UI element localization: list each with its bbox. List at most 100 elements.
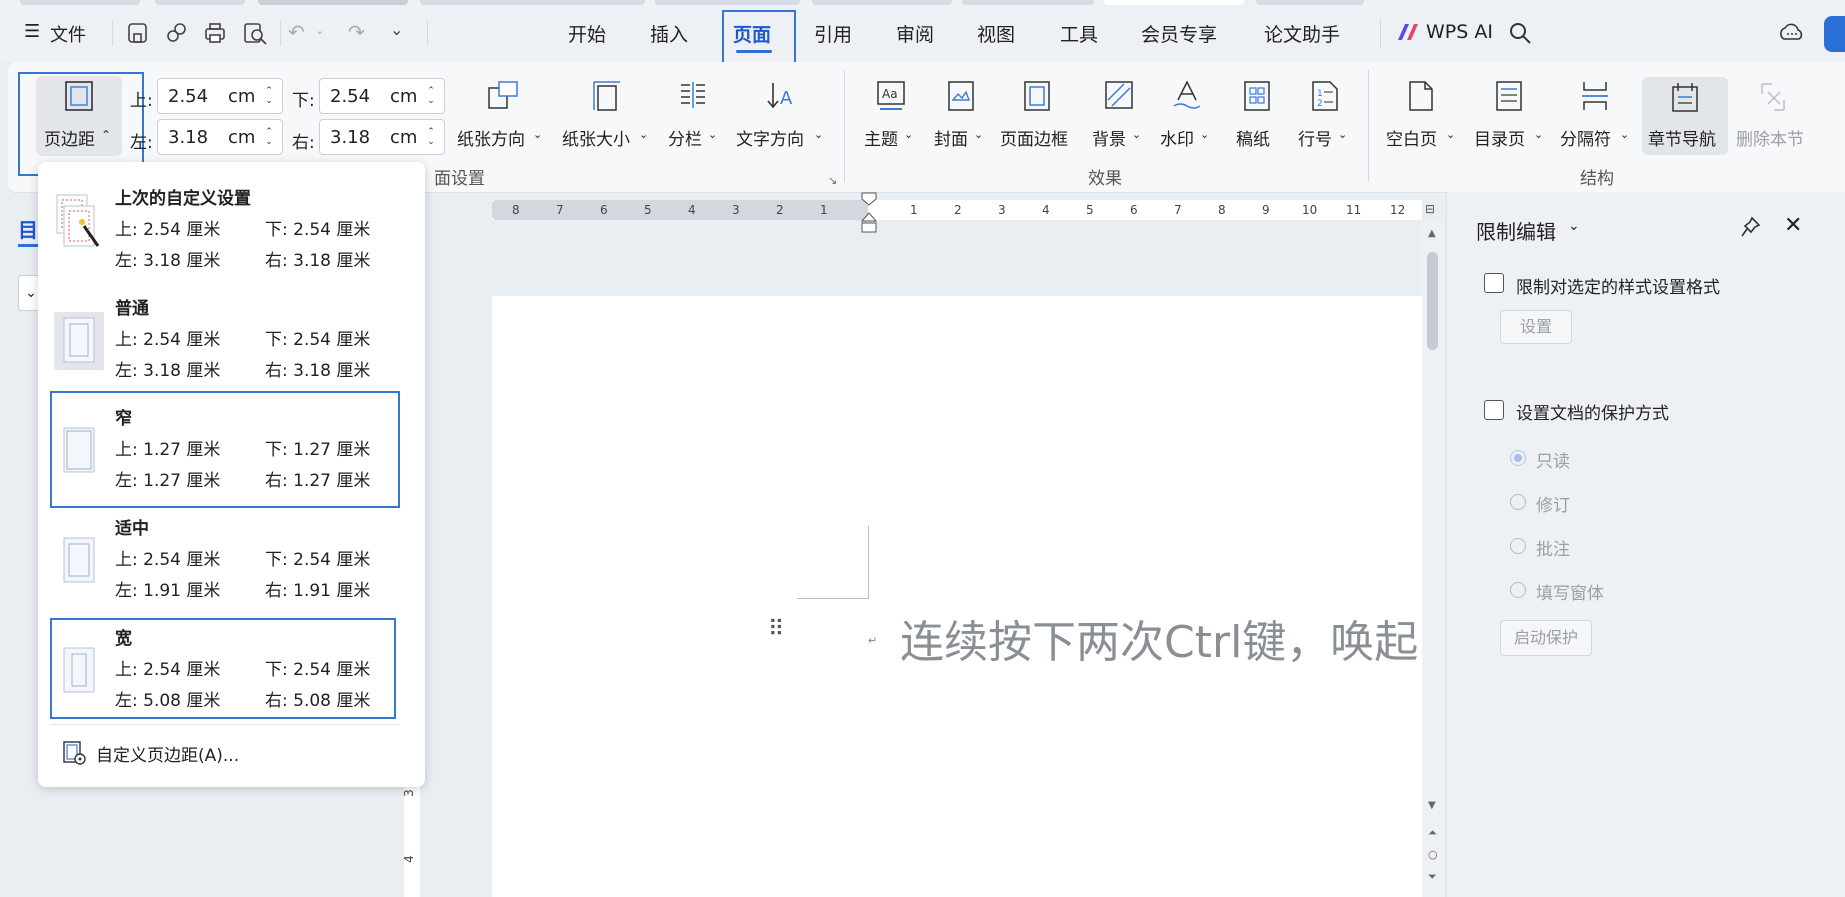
- narrow-preset-icon: [60, 422, 100, 480]
- svg-text:2: 2: [1317, 99, 1323, 109]
- readonly-label: 只读: [1536, 452, 1570, 472]
- tab-review[interactable]: 审阅: [896, 20, 934, 47]
- cloud-icon[interactable]: [1778, 20, 1806, 44]
- tab-member[interactable]: 会员专享: [1141, 20, 1217, 47]
- tab-insert[interactable]: 插入: [650, 20, 688, 47]
- separator-button[interactable]: 分隔符 ⌄: [1560, 76, 1632, 152]
- spinner-arrows-icon[interactable]: ⌃ ⌄: [424, 127, 438, 147]
- dialog-launcher-icon[interactable]: ↘: [828, 174, 837, 187]
- redo-icon[interactable]: ↷: [348, 20, 365, 44]
- start-protection-button[interactable]: 启动保护: [1500, 620, 1592, 656]
- margin-corner-mark: [868, 526, 869, 598]
- tab-thesis[interactable]: 论文助手: [1264, 20, 1340, 47]
- panel-title-dropdown-icon[interactable]: ⌄: [1568, 218, 1580, 234]
- readonly-radio[interactable]: [1510, 450, 1526, 466]
- theme-button[interactable]: Aa 主题 ⌄: [862, 76, 920, 152]
- blank-page-button[interactable]: 空白页 ⌄: [1386, 76, 1458, 152]
- spinner-arrows-icon[interactable]: ⌃ ⌄: [262, 86, 276, 106]
- bottom-margin-label: 下:: [292, 91, 315, 111]
- toc-page-button[interactable]: 目录页 ⌄: [1474, 76, 1546, 152]
- fill-form-radio[interactable]: [1510, 582, 1526, 598]
- nav-pane-indicator: [18, 244, 38, 247]
- left-margin-input[interactable]: 3.18 cm ⌃ ⌄: [157, 119, 283, 155]
- nav-pane-label[interactable]: 目: [18, 214, 38, 243]
- orientation-button[interactable]: 纸张方向 ⌄: [457, 76, 547, 152]
- search-icon[interactable]: [1508, 21, 1532, 45]
- protect-checkbox[interactable]: [1484, 400, 1504, 420]
- print-preview-icon[interactable]: [242, 21, 268, 45]
- undo-icon[interactable]: ↶: [288, 20, 305, 44]
- structure-group-label: 结构: [1580, 169, 1614, 189]
- scroll-thumb[interactable]: [1427, 252, 1438, 350]
- scroll-down-icon[interactable]: ▼: [1428, 800, 1436, 811]
- tab-references[interactable]: 引用: [814, 20, 852, 47]
- panel-title[interactable]: 限制编辑: [1476, 216, 1556, 245]
- tab-tools[interactable]: 工具: [1060, 20, 1098, 47]
- menu-icon[interactable]: ☰: [24, 21, 40, 42]
- page-setup-group-label: 面设置: [434, 169, 485, 189]
- delete-section-icon: [1761, 83, 1785, 111]
- tab-page[interactable]: 页面: [733, 20, 771, 47]
- scroll-up-icon[interactable]: ▲: [1428, 228, 1436, 239]
- margin-preset-normal[interactable]: 普通 上: 2.54 厘米 下: 2.54 厘米 左: 3.18 厘米 右: 3…: [54, 294, 404, 389]
- spinner-arrows-icon[interactable]: ⌃ ⌄: [424, 86, 438, 106]
- close-panel-icon[interactable]: ✕: [1784, 213, 1802, 238]
- watermark-button[interactable]: 水印 ⌄: [1158, 76, 1216, 152]
- document-page[interactable]: [492, 296, 1422, 897]
- revision-label: 修订: [1536, 496, 1570, 516]
- prev-page-icon[interactable]: ⏶: [1428, 826, 1437, 840]
- line-number-button[interactable]: 12 行号 ⌄: [1296, 76, 1354, 152]
- next-page-icon[interactable]: ⏷: [1428, 870, 1437, 884]
- margin-corner-mark: [797, 598, 869, 599]
- protect-label: 设置文档的保护方式: [1516, 404, 1669, 424]
- settings-button[interactable]: 设置: [1500, 310, 1572, 344]
- svg-text:A: A: [780, 88, 793, 109]
- custom-margins-item[interactable]: 自定义页边距(A)...: [60, 738, 380, 768]
- link-icon[interactable]: [165, 21, 189, 45]
- blank-page-icon: [1409, 81, 1433, 111]
- ruler-toggle-icon[interactable]: ⊟: [1425, 202, 1435, 216]
- svg-text:Aa: Aa: [882, 87, 898, 101]
- delete-section-button[interactable]: 删除本节: [1736, 76, 1812, 152]
- wps-ai-icon: [1398, 24, 1418, 40]
- save-icon[interactable]: [126, 21, 150, 45]
- margin-preset-narrow[interactable]: 窄 上: 1.27 厘米 下: 1.27 厘米 左: 1.27 厘米 右: 1.…: [54, 404, 394, 499]
- right-margin-input[interactable]: 3.18 cm ⌃ ⌄: [319, 119, 445, 155]
- margin-preset-moderate[interactable]: 适中 上: 2.54 厘米 下: 2.54 厘米 左: 1.91 厘米 右: 1…: [54, 514, 394, 609]
- separator-icon: [1582, 82, 1608, 110]
- customize-dropdown-icon[interactable]: ⌄: [390, 20, 403, 39]
- page-border-button[interactable]: 页面边框: [1000, 76, 1074, 152]
- manuscript-button[interactable]: 稿纸: [1234, 76, 1280, 152]
- bottom-margin-input[interactable]: 2.54 cm ⌃ ⌄: [319, 78, 445, 114]
- line-number-icon: 12: [1312, 81, 1338, 111]
- moderate-preset-icon: [60, 532, 100, 590]
- share-button[interactable]: [1824, 16, 1845, 52]
- undo-dropdown-icon[interactable]: ⌄: [315, 24, 324, 37]
- background-button[interactable]: 背景 ⌄: [1090, 76, 1148, 152]
- effects-group-label: 效果: [1088, 169, 1122, 189]
- top-margin-input[interactable]: 2.54 cm ⌃ ⌄: [157, 78, 283, 114]
- tab-start[interactable]: 开始: [568, 20, 606, 47]
- paper-size-button[interactable]: 纸张大小 ⌄: [562, 76, 652, 152]
- wps-ai-button[interactable]: WPS AI: [1426, 21, 1493, 43]
- comment-radio[interactable]: [1510, 538, 1526, 554]
- revision-radio[interactable]: [1510, 494, 1526, 510]
- restrict-format-checkbox[interactable]: [1484, 273, 1504, 293]
- tab-view[interactable]: 视图: [977, 20, 1015, 47]
- columns-button[interactable]: 分栏 ⌄: [666, 76, 724, 152]
- margin-preset-wide[interactable]: 宽 上: 2.54 厘米 下: 2.54 厘米 左: 5.08 厘米 右: 5.…: [54, 624, 394, 719]
- indent-marker-icon[interactable]: [860, 191, 878, 235]
- cover-button[interactable]: 封面 ⌄: [932, 76, 990, 152]
- text-direction-icon: A: [767, 83, 793, 109]
- drag-handle-icon[interactable]: ⠿: [768, 617, 784, 642]
- file-menu[interactable]: 文件: [50, 21, 86, 47]
- section-nav-button[interactable]: 章节导航: [1642, 77, 1728, 155]
- text-direction-button[interactable]: A 文字方向 ⌄: [736, 76, 828, 152]
- select-browse-icon[interactable]: ○: [1428, 848, 1438, 861]
- toc-icon: [1496, 81, 1522, 111]
- spinner-arrows-icon[interactable]: ⌃ ⌄: [262, 127, 276, 147]
- margin-preset-last-custom[interactable]: 上次的自定义设置 上: 2.54 厘米 下: 2.54 厘米 左: 3.18 厘…: [54, 184, 404, 279]
- pin-icon[interactable]: [1740, 215, 1762, 239]
- left-margin-label: 左:: [130, 133, 153, 153]
- print-icon[interactable]: [203, 21, 227, 45]
